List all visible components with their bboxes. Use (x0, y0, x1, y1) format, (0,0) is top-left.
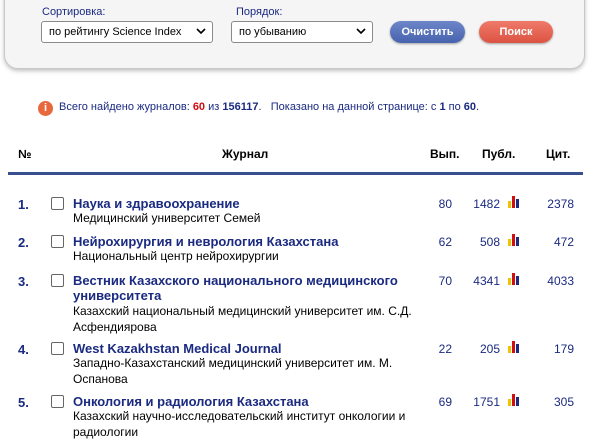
chevron-down-icon (196, 28, 206, 35)
shown-to: 60 (463, 101, 477, 113)
bar-chart-icon[interactable] (508, 234, 521, 246)
journal-title-link[interactable]: West Kazakhstan Medical Journal (73, 341, 413, 356)
row-number: 3. (18, 274, 29, 289)
citations-count[interactable]: 2378 (530, 197, 574, 211)
column-header-journal[interactable]: Журнал (222, 147, 268, 161)
column-header-num: № (18, 147, 32, 161)
table-header-divider (8, 172, 583, 175)
order-select[interactable]: по убыванию (231, 21, 373, 43)
citations-count[interactable]: 305 (530, 395, 574, 409)
sort-select-value: по рейтингу Science Index (49, 26, 182, 38)
publications-count[interactable]: 508 (460, 235, 500, 249)
bar-chart-icon[interactable] (508, 394, 521, 406)
sort-label: Сортировка: (42, 6, 106, 18)
found-count: 60 (192, 101, 206, 113)
citations-count[interactable]: 179 (530, 342, 574, 356)
citations-count[interactable]: 472 (530, 235, 574, 249)
row-number: 4. (18, 342, 29, 357)
journal-organization: Медицинский университет Семей (73, 211, 261, 225)
results-summary: Всего найдено журналов: 60 из 156117. По… (59, 101, 480, 113)
summary-prefix: Всего найдено журналов: (59, 101, 190, 113)
journal-organization: Национальный центр нейрохирургии (73, 249, 279, 263)
journal-organization: Западно-Казахстанский медицинский универ… (73, 356, 393, 386)
citations-count[interactable]: 4033 (530, 274, 574, 288)
clear-button[interactable]: Очистить (390, 21, 465, 43)
row-number: 2. (18, 235, 29, 250)
issues-count[interactable]: 69 (420, 395, 452, 409)
row-checkbox[interactable] (51, 395, 64, 408)
order-select-value: по убыванию (239, 26, 307, 38)
row-checkbox[interactable] (51, 197, 64, 210)
publications-count[interactable]: 4341 (460, 274, 500, 288)
sort-select[interactable]: по рейтингу Science Index (41, 21, 213, 43)
shown-from: 1 (439, 101, 446, 113)
bar-chart-icon[interactable] (508, 341, 521, 353)
shown-to-word: по (448, 101, 461, 113)
column-header-issues[interactable]: Вып. (430, 147, 460, 161)
total-count: 156117 (222, 101, 259, 113)
filter-panel: Сортировка: по рейтингу Science Index По… (4, 0, 585, 69)
issues-count[interactable]: 22 (420, 342, 452, 356)
publications-count[interactable]: 1751 (460, 395, 500, 409)
journal-title-link[interactable]: Нейрохирургия и неврология Казахстана (73, 234, 413, 249)
journal-title-link[interactable]: Онкология и радиология Казахстана (73, 394, 413, 409)
info-icon: i (38, 101, 53, 116)
bar-chart-icon[interactable] (508, 196, 521, 208)
issues-count[interactable]: 80 (420, 197, 452, 211)
row-checkbox[interactable] (51, 235, 64, 248)
shown-prefix: Показано на данной странице: с (270, 101, 437, 113)
journal-organization: Казахский научно-исследовательский инсти… (73, 409, 406, 439)
publications-count[interactable]: 1482 (460, 197, 500, 211)
issues-count[interactable]: 62 (420, 235, 452, 249)
summary-of: из (208, 101, 220, 113)
column-header-pubs[interactable]: Публ. (482, 147, 515, 161)
row-number: 5. (18, 395, 29, 410)
journal-title-link[interactable]: Наука и здравоохранение (73, 196, 413, 211)
order-label: Порядок: (236, 6, 283, 18)
issues-count[interactable]: 70 (420, 274, 452, 288)
journal-title-link[interactable]: Вестник Казахского национального медицин… (73, 273, 413, 303)
chevron-down-icon (356, 28, 366, 35)
row-number: 1. (18, 197, 29, 212)
search-button[interactable]: Поиск (479, 21, 553, 43)
row-checkbox[interactable] (51, 342, 64, 355)
row-checkbox[interactable] (51, 274, 64, 287)
bar-chart-icon[interactable] (508, 273, 521, 285)
publications-count[interactable]: 205 (460, 342, 500, 356)
column-header-cites[interactable]: Цит. (546, 147, 570, 161)
journal-organization: Казахский национальный медицинский униве… (73, 304, 412, 334)
